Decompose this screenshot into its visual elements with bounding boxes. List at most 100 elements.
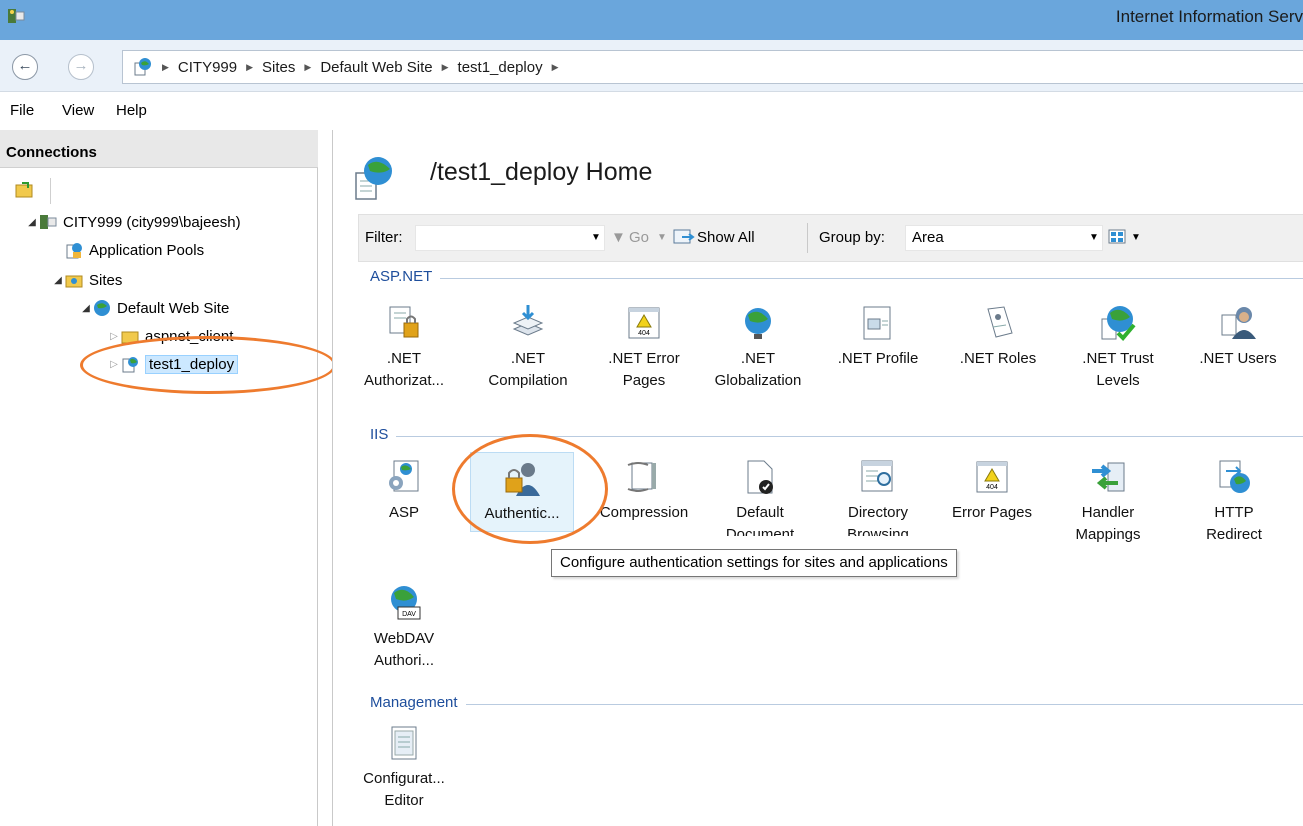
- connect-icon[interactable]: [14, 180, 36, 200]
- window-title: Internet Information Serv: [1115, 7, 1303, 26]
- feature-error-pages[interactable]: 404 Error Pages: [940, 452, 1044, 524]
- menu-view[interactable]: View: [62, 102, 94, 119]
- handler-mappings-icon: [1092, 462, 1125, 492]
- filter-dropdown-icon[interactable]: ▼: [591, 232, 601, 243]
- net-roles-icon: [987, 306, 1013, 338]
- group-label-management: Management: [370, 694, 466, 711]
- error-404-icon: 404: [976, 461, 1008, 493]
- expanded-arrow-icon[interactable]: ◢: [26, 217, 38, 228]
- collapsed-arrow-icon[interactable]: ▷: [108, 331, 120, 342]
- globe-icon: [94, 300, 110, 316]
- go-button[interactable]: Go: [629, 229, 649, 246]
- breadcrumb-separator-icon: ▶: [441, 61, 449, 72]
- net-trust-icon: [1101, 306, 1136, 341]
- net-profile-icon: [863, 306, 891, 340]
- view-mode-dropdown-icon[interactable]: ▼: [1131, 232, 1141, 243]
- feature-handler-mappings[interactable]: Handler Mappings: [1056, 452, 1160, 546]
- annotation-circle: [452, 434, 608, 544]
- home-globe-icon: [355, 157, 392, 200]
- error-404-icon: 404: [628, 307, 660, 339]
- go-dropdown-icon[interactable]: ▼: [657, 232, 667, 243]
- tree-node-default-web-site[interactable]: ◢ Default Web Site: [80, 298, 229, 318]
- feature-configuration-editor[interactable]: Configurat... Editor: [352, 718, 456, 812]
- globe-page-icon: [134, 58, 151, 76]
- feature-webdav-authoring[interactable]: DAV WebDAV Authori...: [352, 578, 456, 672]
- feature-net-error-pages[interactable]: 404 .NET Error Pages: [592, 298, 696, 392]
- show-all-button[interactable]: Show All: [697, 229, 755, 246]
- net-authorization-icon: [389, 306, 419, 338]
- menu-help[interactable]: Help: [116, 102, 147, 119]
- directory-browsing-icon: [861, 460, 893, 492]
- address-bar: ← → ▶ CITY999 ▶ Sites ▶ Default Web Site…: [0, 40, 1303, 92]
- breadcrumb-item-server[interactable]: CITY999: [178, 59, 237, 76]
- svg-text:404: 404: [638, 330, 650, 337]
- filter-divider: [807, 223, 808, 253]
- breadcrumb-item-default-web-site[interactable]: Default Web Site: [320, 59, 432, 76]
- feature-net-compilation[interactable]: .NET Compilation: [476, 298, 580, 392]
- show-all-icon: [673, 229, 695, 244]
- expanded-arrow-icon[interactable]: ◢: [80, 303, 92, 314]
- connections-title: Connections: [6, 144, 97, 161]
- forward-arrow-icon: →: [73, 57, 89, 74]
- toolbar-divider: [50, 178, 51, 204]
- svg-text:404: 404: [986, 484, 998, 491]
- feature-http-redirect[interactable]: HTTP Redirect: [1182, 452, 1286, 546]
- group-label-aspnet: ASP.NET: [370, 268, 441, 285]
- breadcrumb-item-sites[interactable]: Sites: [262, 59, 295, 76]
- asp-icon: [389, 460, 419, 492]
- group-divider: [370, 278, 1303, 279]
- breadcrumb-item-test1-deploy[interactable]: test1_deploy: [458, 59, 543, 76]
- expanded-arrow-icon[interactable]: ◢: [52, 275, 64, 286]
- http-redirect-icon: [1219, 460, 1250, 493]
- application-pools-icon: [66, 243, 82, 259]
- iis-app-icon: [8, 9, 25, 23]
- feature-net-roles[interactable]: .NET Roles: [946, 298, 1050, 370]
- breadcrumb-separator-icon: ▶: [162, 61, 169, 72]
- feature-net-users[interactable]: .NET Users: [1186, 298, 1290, 370]
- filter-bar: Filter: ▼ ▼ Go ▼ Show All Group by: Area…: [358, 214, 1303, 262]
- net-compilation-icon: [512, 305, 544, 336]
- breadcrumb[interactable]: ▶ CITY999 ▶ Sites ▶ Default Web Site ▶ t…: [122, 50, 1303, 84]
- feature-default-document[interactable]: Default Document: [708, 452, 812, 536]
- view-mode-icon[interactable]: [1107, 227, 1129, 247]
- feature-net-authorization[interactable]: .NET Authorizat...: [352, 298, 456, 392]
- go-funnel-icon: ▼: [611, 229, 626, 246]
- group-label-iis: IIS: [370, 426, 397, 443]
- server-icon: [40, 215, 57, 229]
- filter-label: Filter:: [365, 229, 403, 246]
- svg-text:DAV: DAV: [402, 611, 416, 618]
- connections-header: Connections: [0, 130, 318, 168]
- menu-file[interactable]: File: [10, 102, 34, 119]
- configuration-editor-icon: [391, 726, 417, 760]
- webdav-icon: DAV: [391, 586, 421, 620]
- group-by-label: Group by:: [819, 229, 885, 246]
- net-users-icon: [1221, 307, 1256, 339]
- feature-net-trust-levels[interactable]: .NET Trust Levels: [1066, 298, 1170, 392]
- group-management: Management: [370, 694, 1303, 714]
- globe-icon: [745, 308, 771, 339]
- feature-directory-browsing[interactable]: Directory Browsing: [826, 452, 930, 536]
- breadcrumb-separator-icon: ▶: [246, 61, 254, 72]
- back-arrow-icon: ←: [17, 57, 33, 74]
- tree-node-server[interactable]: ◢ CITY999 (city999\bajeesh): [26, 212, 240, 232]
- breadcrumb-separator-icon[interactable]: ▶: [552, 62, 559, 73]
- connections-pane: Connections ◢ CITY999 (city999\bajeesh) …: [0, 130, 336, 826]
- page-title: /test1_deploy Home: [430, 158, 653, 186]
- breadcrumb-separator-icon: ▶: [304, 61, 312, 72]
- authentication-tooltip: Configure authentication settings for si…: [551, 549, 957, 577]
- group-by-select[interactable]: Area: [905, 225, 1103, 251]
- feature-net-globalization[interactable]: .NET Globalization: [706, 298, 810, 392]
- back-button[interactable]: ←: [12, 54, 38, 80]
- compression-icon: [627, 462, 656, 492]
- title-bar: Internet Information Serv: [0, 0, 1303, 40]
- tree-node-sites[interactable]: ◢ Sites: [52, 270, 122, 290]
- feature-asp[interactable]: ASP: [352, 452, 456, 524]
- menu-bar: File View Help: [0, 92, 1303, 128]
- filter-input[interactable]: [415, 225, 605, 251]
- feature-net-profile[interactable]: .NET Profile: [826, 298, 930, 370]
- group-by-dropdown-icon[interactable]: ▼: [1089, 232, 1099, 243]
- annotation-circle: [80, 336, 336, 394]
- forward-button[interactable]: →: [68, 54, 94, 80]
- tree-node-application-pools[interactable]: Application Pools: [64, 240, 204, 260]
- sites-folder-icon: [65, 275, 83, 288]
